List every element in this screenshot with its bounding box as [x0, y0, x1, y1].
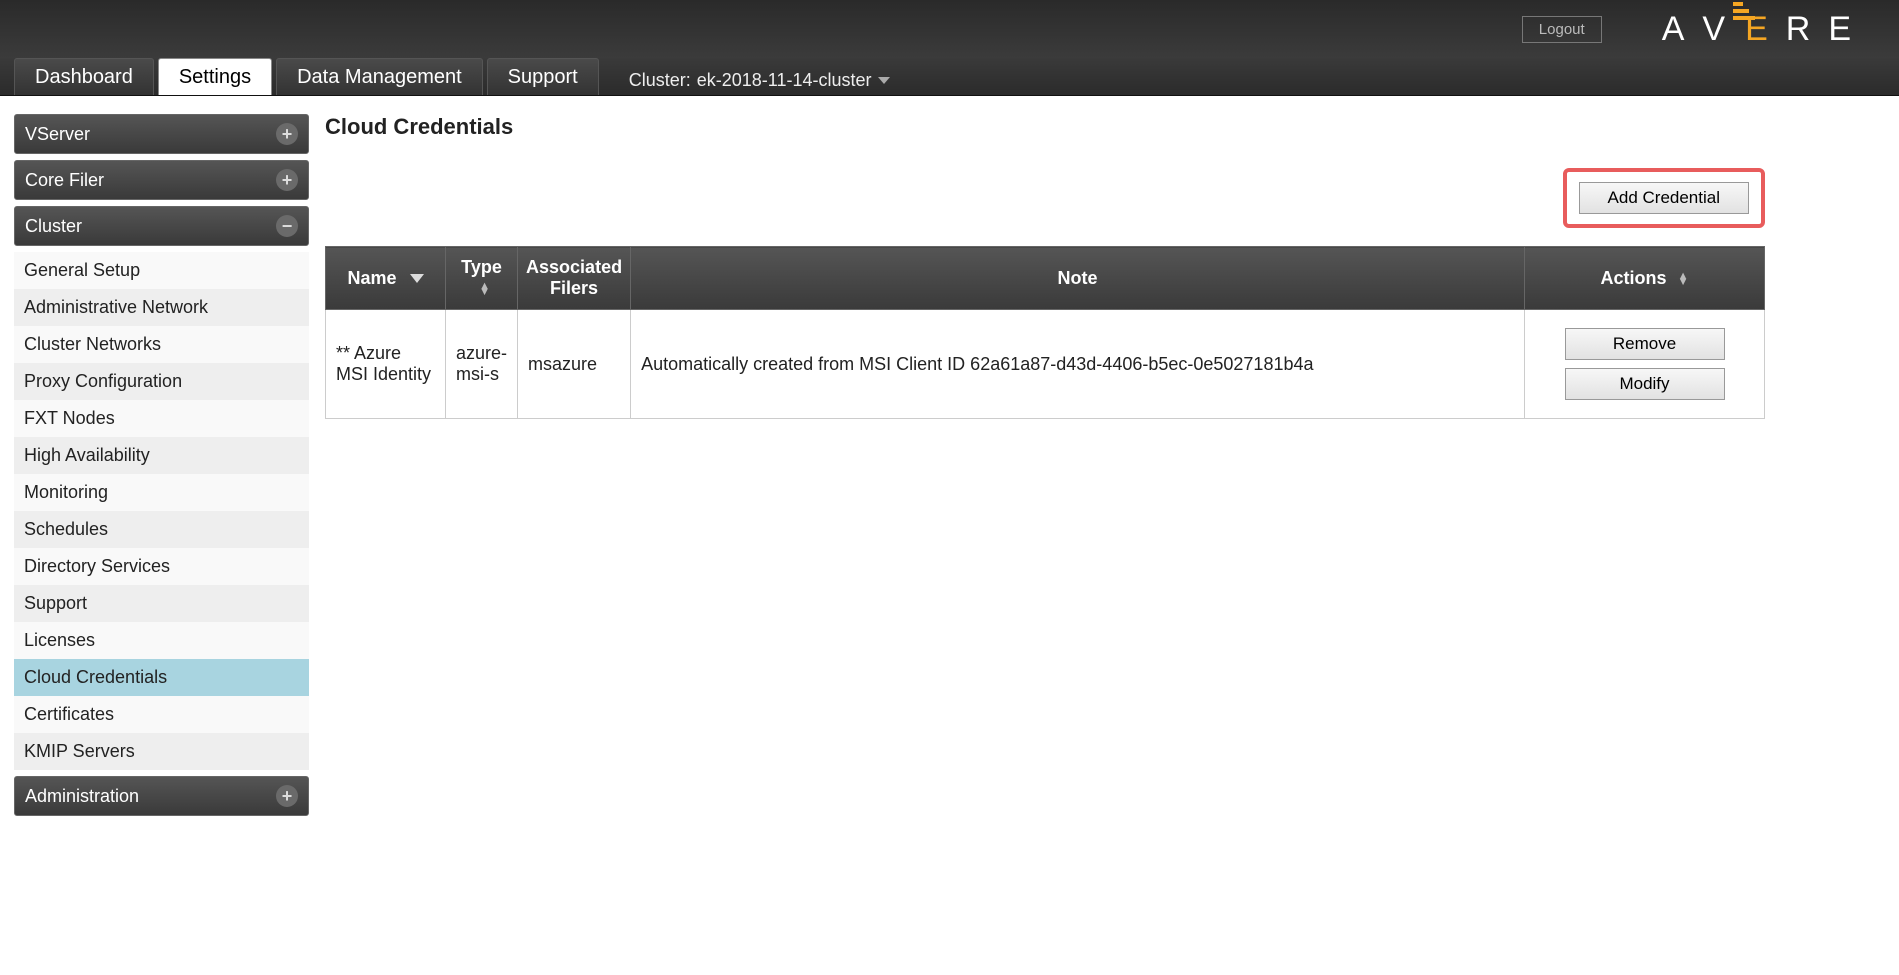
sidebar-section-label: Core Filer: [25, 170, 104, 191]
sidebar-section-label: Administration: [25, 786, 139, 807]
minus-icon: −: [276, 215, 298, 237]
sidebar-section-administration[interactable]: Administration +: [14, 776, 309, 816]
sidebar-item-high-availability[interactable]: High Availability: [14, 437, 309, 474]
credentials-table: Name Type ▲▼ Associated Filers Note Act: [325, 246, 1765, 419]
cluster-prefix: Cluster:: [629, 70, 691, 91]
sidebar-section-label: Cluster: [25, 216, 82, 237]
col-label: Name: [347, 268, 396, 288]
modify-button[interactable]: Modify: [1565, 368, 1725, 400]
sort-icon: ▲▼: [479, 283, 490, 295]
sidebar-item-cloud-credentials[interactable]: Cloud Credentials: [14, 659, 309, 696]
col-label: Associated Filers: [526, 257, 622, 298]
tab-settings[interactable]: Settings: [158, 58, 272, 95]
sidebar-section-core-filer[interactable]: Core Filer +: [14, 160, 309, 200]
add-credential-highlight: Add Credential: [1563, 168, 1765, 228]
cell-name: ** Azure MSI Identity: [326, 310, 446, 419]
sidebar-item-licenses[interactable]: Licenses: [14, 622, 309, 659]
sidebar-section-cluster[interactable]: Cluster −: [14, 206, 309, 246]
sort-icon: ▲▼: [1678, 273, 1689, 285]
main-nav: Dashboard Settings Data Management Suppo…: [0, 58, 1899, 96]
col-label: Note: [1058, 268, 1098, 288]
logo-letter: E: [1828, 10, 1869, 49]
plus-icon: +: [276, 123, 298, 145]
logo-letter: R: [1786, 10, 1829, 49]
sidebar-item-administrative-network[interactable]: Administrative Network: [14, 289, 309, 326]
sidebar-item-schedules[interactable]: Schedules: [14, 511, 309, 548]
plus-icon: +: [276, 169, 298, 191]
col-name[interactable]: Name: [326, 247, 446, 310]
sidebar-item-kmip-servers[interactable]: KMIP Servers: [14, 733, 309, 770]
logout-button[interactable]: Logout: [1522, 16, 1602, 43]
col-label: Type: [461, 257, 502, 277]
cell-filers: msazure: [518, 310, 631, 419]
sidebar-item-certificates[interactable]: Certificates: [14, 696, 309, 733]
col-label: Actions: [1601, 268, 1667, 288]
col-type[interactable]: Type ▲▼: [446, 247, 518, 310]
sidebar-section-vserver[interactable]: VServer +: [14, 114, 309, 154]
cell-note: Automatically created from MSI Client ID…: [631, 310, 1525, 419]
col-associated-filers[interactable]: Associated Filers: [518, 247, 631, 310]
sidebar-item-fxt-nodes[interactable]: FXT Nodes: [14, 400, 309, 437]
tab-support[interactable]: Support: [487, 58, 599, 95]
tab-data-management[interactable]: Data Management: [276, 58, 483, 95]
sidebar-item-monitoring[interactable]: Monitoring: [14, 474, 309, 511]
cell-type: azure-msi-s: [446, 310, 518, 419]
sidebar-cluster-items: General Setup Administrative Network Clu…: [14, 252, 309, 770]
chevron-down-icon: [878, 77, 890, 84]
plus-icon: +: [276, 785, 298, 807]
table-row: ** Azure MSI Identity azure-msi-s msazur…: [326, 310, 1765, 419]
cluster-selector[interactable]: Cluster: ek-2018-11-14-cluster: [603, 58, 904, 95]
settings-sidebar: VServer + Core Filer + Cluster − General…: [14, 114, 309, 822]
col-note[interactable]: Note: [631, 247, 1525, 310]
sidebar-item-cluster-networks[interactable]: Cluster Networks: [14, 326, 309, 363]
tab-dashboard[interactable]: Dashboard: [14, 58, 154, 95]
col-actions[interactable]: Actions ▲▼: [1525, 247, 1765, 310]
cell-actions: Remove Modify: [1525, 310, 1765, 419]
brand-logo: A V E R E: [1662, 10, 1869, 49]
logo-bars-icon: [1733, 2, 1755, 20]
sidebar-item-support[interactable]: Support: [14, 585, 309, 622]
sidebar-item-proxy-configuration[interactable]: Proxy Configuration: [14, 363, 309, 400]
add-credential-button[interactable]: Add Credential: [1579, 182, 1749, 214]
sidebar-item-general-setup[interactable]: General Setup: [14, 252, 309, 289]
sidebar-item-directory-services[interactable]: Directory Services: [14, 548, 309, 585]
sort-desc-icon: [410, 274, 424, 283]
cluster-name: ek-2018-11-14-cluster: [697, 70, 872, 91]
sidebar-section-label: VServer: [25, 124, 90, 145]
page-title: Cloud Credentials: [325, 114, 1765, 140]
logo-letter: A: [1662, 10, 1703, 49]
remove-button[interactable]: Remove: [1565, 328, 1725, 360]
